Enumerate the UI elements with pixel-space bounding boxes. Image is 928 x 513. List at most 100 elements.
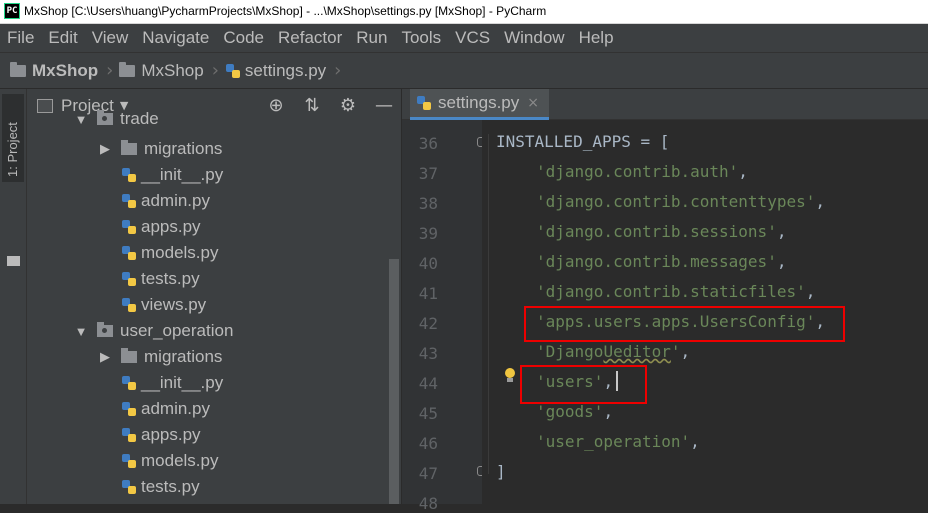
collapse-all-icon[interactable]: ⇅ bbox=[294, 95, 330, 116]
tree-item-file[interactable]: models.py bbox=[121, 240, 218, 266]
tab-label: settings.py bbox=[438, 93, 520, 112]
line-number: 39 bbox=[418, 224, 438, 243]
line-number: 42 bbox=[418, 314, 438, 333]
project-panel: Project ▼ ⊕ ⇅ ⚙ — ▼ trade ▶ migrations _… bbox=[27, 89, 402, 504]
menu-tools[interactable]: Tools bbox=[394, 24, 448, 52]
hide-panel-icon[interactable]: — bbox=[366, 95, 401, 116]
spelling-warning: Ueditor bbox=[603, 342, 671, 361]
tree-item-file[interactable]: admin.py bbox=[121, 188, 210, 214]
package-folder-icon bbox=[97, 110, 113, 125]
line-number: 47 bbox=[418, 464, 438, 483]
code-line-39: 'django.contrib.sessions', bbox=[536, 222, 786, 241]
tree-item-label: trade bbox=[120, 109, 159, 128]
string-literal: 'django.contrib.messages' bbox=[536, 252, 777, 271]
menu-run[interactable]: Run bbox=[349, 24, 394, 52]
line-number: 44 bbox=[418, 374, 438, 393]
tree-item-file[interactable]: apps.py bbox=[121, 422, 201, 448]
comma: , bbox=[815, 192, 825, 211]
tree-item-migrations[interactable]: ▶ migrations bbox=[97, 136, 222, 162]
tree-item-migrations[interactable]: ▶ migrations bbox=[97, 344, 222, 370]
tree-item-label: user_operation bbox=[120, 321, 234, 340]
breadcrumb-file[interactable]: settings.py bbox=[225, 61, 326, 81]
breadcrumb-project[interactable]: MxShop bbox=[10, 61, 98, 81]
code-line-43: 'DjangoUeditor', bbox=[536, 342, 690, 361]
python-file-icon bbox=[122, 168, 136, 182]
code-line-40: 'django.contrib.messages', bbox=[536, 252, 786, 271]
menu-bar: File Edit View Navigate Code Refactor Ru… bbox=[0, 24, 928, 52]
tree-item-file[interactable]: tests.py bbox=[121, 266, 200, 292]
lightbulb-icon[interactable] bbox=[504, 368, 516, 384]
package-folder-icon bbox=[97, 322, 113, 337]
tree-item-file[interactable]: views.py bbox=[121, 292, 206, 318]
folder-icon bbox=[7, 256, 20, 266]
highlight-box-usersconfig bbox=[524, 306, 845, 342]
string-literal: 'django.contrib.contenttypes' bbox=[536, 192, 816, 211]
comma: , bbox=[776, 222, 787, 241]
menu-file[interactable]: File bbox=[0, 24, 41, 52]
project-view-icon bbox=[37, 98, 53, 113]
python-file-icon bbox=[122, 194, 136, 208]
project-scrollbar[interactable] bbox=[389, 259, 399, 504]
code-line-36: INSTALLED_APPS = [ bbox=[496, 132, 670, 151]
tree-item-label: models.py bbox=[141, 451, 219, 470]
tree-item-label: views.py bbox=[141, 295, 207, 314]
tree-item-file[interactable]: apps.py bbox=[121, 214, 201, 240]
tree-item-trade[interactable]: ▼ trade bbox=[73, 106, 159, 132]
chevron-right-icon: › bbox=[211, 60, 219, 81]
menu-navigate[interactable]: Navigate bbox=[135, 24, 216, 52]
menu-vcs[interactable]: VCS bbox=[448, 24, 497, 52]
folder-icon bbox=[121, 140, 137, 155]
comma: , bbox=[776, 252, 787, 271]
collapse-arrow-icon[interactable]: ▶ bbox=[97, 349, 113, 365]
title-bar: PC MxShop [C:\Users\huang\PycharmProject… bbox=[0, 0, 928, 24]
menu-edit[interactable]: Edit bbox=[41, 24, 84, 52]
tree-item-user-operation[interactable]: ▼ user_operation bbox=[73, 318, 234, 344]
menu-code[interactable]: Code bbox=[216, 24, 271, 52]
locate-icon[interactable]: ⊕ bbox=[258, 95, 294, 116]
tree-item-label: models.py bbox=[141, 243, 219, 262]
editor-tab-bar: settings.py × bbox=[402, 89, 928, 120]
line-number: 36 bbox=[418, 134, 438, 153]
python-file-icon bbox=[122, 428, 136, 442]
python-file-icon bbox=[122, 376, 136, 390]
tree-item-file[interactable]: admin.py bbox=[121, 396, 210, 422]
tree-item-label: tests.py bbox=[141, 269, 200, 288]
tree-item-file[interactable]: models.py bbox=[121, 448, 218, 474]
tree-item-label: tests.py bbox=[141, 477, 200, 496]
line-number: 43 bbox=[418, 344, 438, 363]
code-line-37: 'django.contrib.auth', bbox=[536, 162, 748, 181]
python-file-icon bbox=[122, 246, 136, 260]
tree-item-label: __init__.py bbox=[141, 373, 224, 392]
string-literal: 'django.contrib.staticfiles' bbox=[536, 282, 806, 301]
line-number: 40 bbox=[418, 254, 438, 273]
code-line-46: 'user_operation', bbox=[536, 432, 700, 451]
tree-item-label: admin.py bbox=[141, 399, 210, 418]
tree-item-file[interactable]: __init__.py bbox=[121, 370, 223, 396]
menu-help[interactable]: Help bbox=[572, 24, 621, 52]
breadcrumb-project-label: MxShop bbox=[32, 60, 99, 80]
expand-arrow-icon[interactable]: ▼ bbox=[73, 112, 89, 127]
tree-item-file[interactable]: tests.py bbox=[121, 474, 200, 500]
folder-icon bbox=[121, 348, 137, 363]
string-literal: 'goods' bbox=[536, 402, 604, 421]
project-tool-tab-label: 1: Project bbox=[5, 122, 20, 177]
collapse-arrow-icon[interactable]: ▶ bbox=[97, 141, 113, 157]
menu-window[interactable]: Window bbox=[497, 24, 571, 52]
chevron-right-icon: › bbox=[334, 60, 342, 81]
tree-item-label: apps.py bbox=[141, 217, 201, 236]
gear-icon[interactable]: ⚙ bbox=[330, 95, 366, 116]
chevron-right-icon: › bbox=[106, 60, 114, 81]
close-icon[interactable]: × bbox=[527, 95, 539, 111]
python-file-icon bbox=[122, 454, 136, 468]
breadcrumb-folder[interactable]: MxShop bbox=[119, 61, 204, 81]
editor-gutter: 36 37 38 39 40 41 42 43 44 45 46 47 48 bbox=[402, 120, 482, 513]
menu-refactor[interactable]: Refactor bbox=[271, 24, 349, 52]
expand-arrow-icon[interactable]: ▼ bbox=[73, 324, 89, 339]
tab-settings[interactable]: settings.py × bbox=[410, 89, 549, 120]
line-number: 38 bbox=[418, 194, 438, 213]
line-number: 46 bbox=[418, 434, 438, 453]
string-literal: 'Django bbox=[536, 342, 604, 361]
menu-view[interactable]: View bbox=[85, 24, 136, 52]
tree-item-file[interactable]: __init__.py bbox=[121, 162, 223, 188]
comma: , bbox=[738, 162, 748, 181]
